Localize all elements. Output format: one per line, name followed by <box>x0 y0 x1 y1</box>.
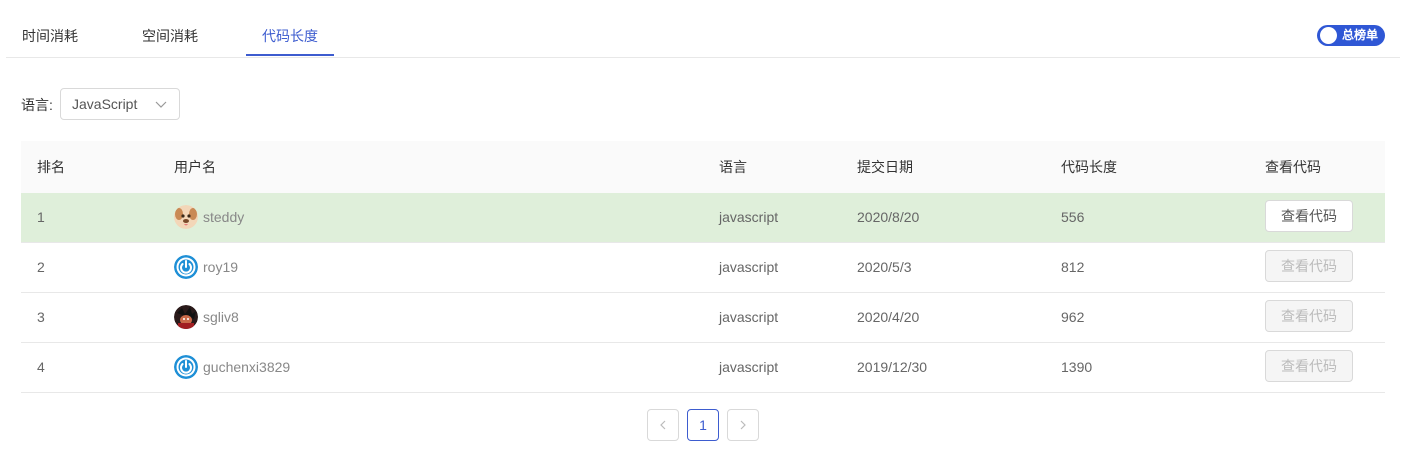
table-row: 1 steddy javascript 2020/8/20 556 查看代码 <box>21 193 1385 243</box>
language-cell: javascript <box>719 259 779 275</box>
language-cell: javascript <box>719 359 779 375</box>
header-submit-date: 提交日期 <box>857 159 913 175</box>
next-page-button[interactable] <box>727 409 759 441</box>
user-link[interactable]: sgliv8 <box>174 305 239 329</box>
chevron-down-icon <box>155 101 167 108</box>
view-code-button[interactable]: 查看代码 <box>1265 250 1353 282</box>
header-rank: 排名 <box>37 159 65 175</box>
rank-cell: 3 <box>37 309 45 325</box>
rank-cell: 4 <box>37 359 45 375</box>
header-view-code: 查看代码 <box>1265 159 1321 175</box>
rank-cell: 1 <box>37 209 45 225</box>
header-language: 语言 <box>719 159 747 175</box>
view-code-button[interactable]: 查看代码 <box>1265 200 1353 232</box>
ranking-table: 排名 用户名 语言 提交日期 代码长度 查看代码 1 steddy javasc… <box>21 141 1385 393</box>
user-link[interactable]: guchenxi3829 <box>174 355 290 379</box>
leaderboard-toggle[interactable]: 总榜单 <box>1317 25 1385 46</box>
length-cell: 962 <box>1061 309 1085 325</box>
language-cell: javascript <box>719 209 779 225</box>
table-row: 3 sgliv8 javascript 2020/4/20 962 查看代码 <box>21 293 1385 343</box>
table-header: 排名 用户名 语言 提交日期 代码长度 查看代码 <box>21 141 1385 193</box>
username: sgliv8 <box>203 309 239 325</box>
length-cell: 1390 <box>1061 359 1093 375</box>
table-row: 4 guchenxi3829 javascript 2019/12/30 139… <box>21 343 1385 393</box>
date-cell: 2020/5/3 <box>857 259 912 275</box>
language-select-value: JavaScript <box>72 96 138 112</box>
language-select[interactable]: JavaScript <box>60 88 180 120</box>
power-avatar-icon <box>174 355 198 379</box>
user-link[interactable]: steddy <box>174 205 244 229</box>
date-cell: 2019/12/30 <box>857 359 928 375</box>
chevron-right-icon <box>740 420 746 430</box>
length-cell: 556 <box>1061 209 1085 225</box>
table-row: 2 roy19 javascript 2020/5/3 812 查看代码 <box>21 243 1385 293</box>
toggle-label: 总榜单 <box>1342 28 1379 42</box>
character-avatar-icon <box>174 305 198 329</box>
length-cell: 812 <box>1061 259 1085 275</box>
chevron-left-icon <box>660 420 666 430</box>
view-code-button[interactable]: 查看代码 <box>1265 350 1353 382</box>
date-cell: 2020/8/20 <box>857 209 920 225</box>
language-filter-label: 语言: <box>21 97 53 113</box>
header-username: 用户名 <box>174 159 216 175</box>
username: roy19 <box>203 259 239 275</box>
language-cell: javascript <box>719 309 779 325</box>
prev-page-button[interactable] <box>647 409 679 441</box>
dog-avatar-icon <box>174 205 198 229</box>
username: guchenxi3829 <box>203 359 291 375</box>
view-code-button[interactable]: 查看代码 <box>1265 300 1353 332</box>
user-link[interactable]: roy19 <box>174 255 238 279</box>
tab-time[interactable]: 时间消耗 <box>6 0 94 56</box>
username: steddy <box>203 209 245 225</box>
toggle-knob <box>1320 27 1337 44</box>
date-cell: 2020/4/20 <box>857 309 920 325</box>
tab-code-length[interactable]: 代码长度 <box>246 0 334 56</box>
tab-space[interactable]: 空间消耗 <box>126 0 214 56</box>
rank-cell: 2 <box>37 259 45 275</box>
page-button-current[interactable]: 1 <box>687 409 719 441</box>
header-code-length: 代码长度 <box>1061 159 1117 175</box>
tab-bar: 时间消耗 空间消耗 代码长度 <box>6 0 1400 58</box>
power-avatar-icon <box>174 255 198 279</box>
